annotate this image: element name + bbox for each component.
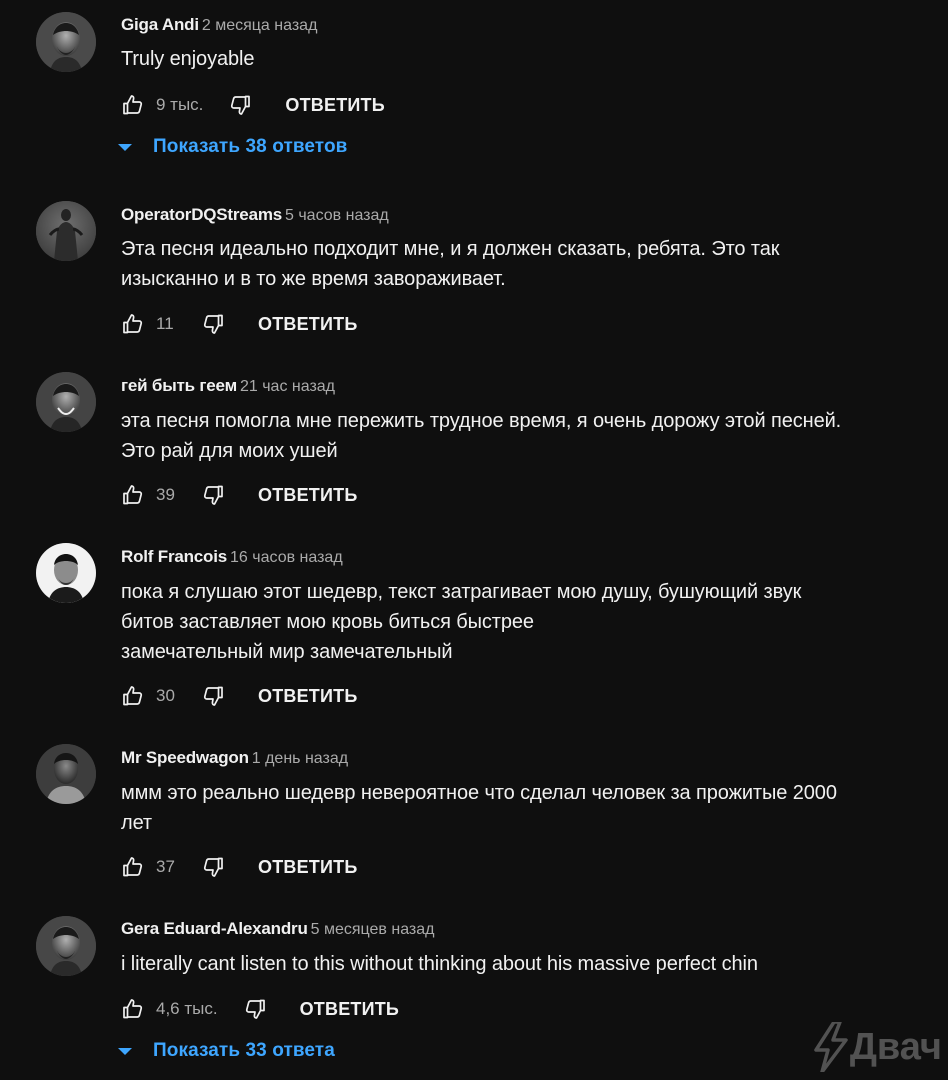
comment-actions: 30 ОТВЕТИТЬ bbox=[120, 681, 357, 711]
thumb-down-icon[interactable] bbox=[200, 854, 226, 880]
comment-timestamp[interactable]: 16 часов назад bbox=[230, 549, 343, 566]
comment-text: пока я слушаю этот шедевр, текст затраги… bbox=[121, 577, 931, 667]
show-replies-label: Показать 33 ответа bbox=[153, 1040, 335, 1061]
show-replies-button[interactable]: Показать 38 ответов bbox=[118, 132, 347, 162]
show-replies-button[interactable]: Показать 33 ответа bbox=[118, 1036, 335, 1066]
comment-author[interactable]: Mr Speedwagon bbox=[121, 748, 249, 767]
avatar[interactable] bbox=[36, 12, 96, 72]
caret-down-icon bbox=[118, 1048, 132, 1055]
like-count: 39 bbox=[156, 485, 175, 504]
reply-button[interactable]: ОТВЕТИТЬ bbox=[258, 686, 357, 707]
thumb-up-icon[interactable] bbox=[120, 92, 146, 118]
comment-text: Truly enjoyable bbox=[121, 44, 931, 74]
thumb-down-icon[interactable] bbox=[200, 683, 226, 709]
comment-header: Giga Andi 2 месяца назад bbox=[121, 14, 317, 37]
comment-text-line: Эта песня идеально подходит мне, и я дол… bbox=[121, 238, 780, 260]
thumb-up-icon[interactable] bbox=[120, 854, 146, 880]
lightning-bolt-icon bbox=[814, 1022, 848, 1072]
comment-actions: 9 тыс. ОТВЕТИТЬ bbox=[120, 90, 385, 120]
avatar[interactable] bbox=[36, 916, 96, 976]
comment-timestamp[interactable]: 5 месяцев назад bbox=[311, 921, 435, 938]
comment-text-line: изысканно и в то же время завораживает. bbox=[121, 268, 506, 290]
comment-text-line: лет bbox=[121, 812, 152, 834]
like-count: 11 bbox=[156, 314, 174, 333]
reply-button[interactable]: ОТВЕТИТЬ bbox=[258, 857, 357, 878]
comment-text-line: Это рай для моих ушей bbox=[121, 440, 338, 462]
comment-author[interactable]: Gera Eduard-Alexandru bbox=[121, 919, 308, 938]
comment-actions: 11 ОТВЕТИТЬ bbox=[120, 309, 357, 339]
comment-timestamp[interactable]: 21 час назад bbox=[240, 378, 335, 395]
comment-text: Эта песня идеально подходит мне, и я дол… bbox=[121, 234, 931, 294]
comment-text-line: замечательный мир замечательный bbox=[121, 641, 453, 663]
avatar[interactable] bbox=[36, 744, 96, 804]
like-count: 9 тыс. bbox=[156, 95, 204, 114]
reply-button[interactable]: ОТВЕТИТЬ bbox=[258, 485, 357, 506]
comment-text-line: ммм это реально шедевр невероятное что с… bbox=[121, 782, 837, 804]
avatar[interactable] bbox=[36, 543, 96, 603]
reply-button[interactable]: ОТВЕТИТЬ bbox=[300, 999, 399, 1020]
show-replies-label: Показать 38 ответов bbox=[153, 136, 348, 157]
comment-text-line: Truly enjoyable bbox=[121, 48, 255, 70]
thumb-up-icon[interactable] bbox=[120, 311, 146, 337]
thumb-up-icon[interactable] bbox=[120, 482, 146, 508]
comment-header: гей быть геем 21 час назад bbox=[121, 375, 335, 398]
avatar-image bbox=[36, 372, 96, 432]
thumb-down-icon[interactable] bbox=[227, 92, 253, 118]
comment-author[interactable]: гей быть геем bbox=[121, 376, 237, 395]
comment-header: OperatorDQStreams 5 часов назад bbox=[121, 204, 389, 227]
comment-author[interactable]: OperatorDQStreams bbox=[121, 205, 282, 224]
like-count: 4,6 тыс. bbox=[156, 999, 218, 1018]
avatar[interactable] bbox=[36, 372, 96, 432]
comment-text: эта песня помогла мне пережить трудное в… bbox=[121, 406, 931, 466]
like-count: 30 bbox=[156, 686, 175, 705]
thumb-down-icon[interactable] bbox=[242, 996, 268, 1022]
comment-header: Gera Eduard-Alexandru 5 месяцев назад bbox=[121, 918, 435, 941]
like-count: 37 bbox=[156, 857, 175, 876]
avatar-image bbox=[36, 916, 96, 976]
comment-text: ммм это реально шедевр невероятное что с… bbox=[121, 778, 931, 838]
thumb-down-icon[interactable] bbox=[200, 482, 226, 508]
thumb-up-icon[interactable] bbox=[120, 683, 146, 709]
comment-text-line: эта песня помогла мне пережить трудное в… bbox=[121, 410, 842, 432]
comment-actions: 39 ОТВЕТИТЬ bbox=[120, 480, 357, 510]
avatar[interactable] bbox=[36, 201, 96, 261]
comment-timestamp[interactable]: 2 месяца назад bbox=[202, 17, 318, 34]
caret-down-icon bbox=[118, 144, 132, 151]
avatar-image bbox=[36, 201, 96, 261]
comment-actions: 37 ОТВЕТИТЬ bbox=[120, 852, 357, 882]
comment-author[interactable]: Giga Andi bbox=[121, 15, 199, 34]
reply-button[interactable]: ОТВЕТИТЬ bbox=[285, 95, 384, 116]
comment-author[interactable]: Rolf Francois bbox=[121, 547, 227, 566]
comment-text: i literally cant listen to this without … bbox=[121, 949, 931, 979]
comment-header: Mr Speedwagon 1 день назад bbox=[121, 747, 348, 770]
comment-actions: 4,6 тыс. ОТВЕТИТЬ bbox=[120, 994, 399, 1024]
watermark-text: Двач bbox=[849, 1025, 942, 1068]
avatar-image bbox=[36, 12, 96, 72]
reply-button[interactable]: ОТВЕТИТЬ bbox=[258, 314, 357, 335]
watermark: Двач bbox=[814, 1022, 942, 1072]
comment-text-line: битов заставляет мою кровь биться быстре… bbox=[121, 611, 534, 633]
thumb-down-icon[interactable] bbox=[200, 311, 226, 337]
comment-text-line: пока я слушаю этот шедевр, текст затраги… bbox=[121, 581, 802, 603]
comment-header: Rolf Francois 16 часов назад bbox=[121, 546, 343, 569]
comment-timestamp[interactable]: 1 день назад bbox=[252, 750, 348, 767]
comment-text-line: i literally cant listen to this without … bbox=[121, 953, 758, 975]
thumb-up-icon[interactable] bbox=[120, 996, 146, 1022]
avatar-image bbox=[36, 543, 96, 603]
comment-timestamp[interactable]: 5 часов назад bbox=[285, 207, 389, 224]
avatar-image bbox=[36, 744, 96, 804]
